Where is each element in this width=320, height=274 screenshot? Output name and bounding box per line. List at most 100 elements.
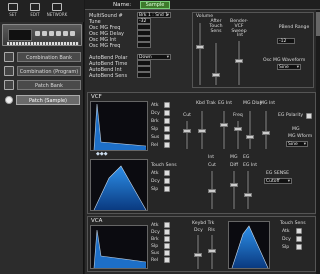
bender-vcf-sweep-slider[interactable] bbox=[235, 41, 243, 85]
vca-keybd-dcy-label: Dcy bbox=[194, 228, 203, 233]
vca-title: VCA bbox=[91, 218, 103, 224]
vcf-ts-dcy-knob[interactable] bbox=[164, 178, 170, 184]
vcf-ts-atk-knob[interactable] bbox=[164, 170, 170, 176]
sidebar-item-combination-bank[interactable]: Combination Bank bbox=[0, 50, 84, 63]
vca-brk-knob[interactable] bbox=[164, 236, 170, 242]
device-knobs bbox=[35, 31, 75, 36]
eg-sense-select[interactable]: Cutoff bbox=[264, 178, 292, 184]
device-screen bbox=[8, 29, 32, 41]
mg-slider[interactable] bbox=[230, 171, 238, 209]
network-icon[interactable]: NETWORK bbox=[46, 3, 68, 22]
sidebar-item-combination-program[interactable]: Combination (Program) bbox=[0, 64, 84, 77]
selected-indicator-icon bbox=[5, 95, 13, 104]
sidebar: SET EDIT NETWORK Combination Bank Combin… bbox=[0, 0, 84, 274]
sidebar-item-patch-bank[interactable]: Patch Bank bbox=[0, 78, 84, 91]
program-icon bbox=[4, 65, 14, 76]
vca-ts-atk-label: Atk bbox=[282, 229, 290, 234]
bank-icon bbox=[4, 51, 14, 62]
osc-mg-freq2-field[interactable] bbox=[137, 42, 151, 48]
vcf-ts-slp-label: Slp bbox=[151, 187, 159, 192]
vcf-envelope-display[interactable] bbox=[90, 101, 148, 151]
edit-icon[interactable]: EDIT bbox=[26, 3, 44, 22]
set-icon[interactable]: SET bbox=[4, 3, 22, 22]
vca-dcy-knob[interactable] bbox=[164, 229, 170, 235]
keybd-trk-label: Keybd Trk bbox=[192, 221, 215, 226]
after-touch-sens-label: After Touch Sens bbox=[209, 19, 223, 34]
mg-int-label: MG Int bbox=[260, 101, 276, 106]
vca-envelope-graph bbox=[93, 229, 147, 269]
param-label: AutoBend Sens bbox=[89, 73, 128, 79]
vcf-touch-envelope-display[interactable] bbox=[90, 159, 148, 211]
main-scrollbar[interactable] bbox=[316, 10, 320, 274]
pbend-range-field[interactable]: -12 bbox=[277, 38, 295, 44]
vca-slp-knob[interactable] bbox=[164, 243, 170, 249]
vca-section: VCA Atk Dcy Brk Slp Sus Rel Keybd Trk Dc… bbox=[87, 216, 316, 272]
synth-device-image bbox=[2, 24, 82, 46]
set-icon-label: SET bbox=[9, 12, 17, 17]
vcf-ts-slp-knob[interactable] bbox=[164, 186, 170, 192]
top-toolbar: SET EDIT NETWORK bbox=[0, 0, 84, 22]
keybd-trk-dcy-slider[interactable] bbox=[194, 235, 202, 269]
main-panel: Name: Sample MultiSound # Brk 1 : Snd 1 … bbox=[85, 0, 320, 274]
vca-rel-knob[interactable] bbox=[164, 257, 170, 263]
vcf-slp-knob[interactable] bbox=[164, 126, 170, 132]
mg-wform-select[interactable]: Sine bbox=[286, 141, 308, 147]
bank-icon bbox=[4, 79, 14, 90]
vcf-dcy-knob[interactable] bbox=[164, 110, 170, 116]
vcf-rel-label: Rel bbox=[151, 143, 159, 148]
cut-slider[interactable] bbox=[183, 121, 191, 149]
eg-int-slider[interactable] bbox=[220, 111, 228, 149]
vcf-brk-label: Brk bbox=[151, 119, 159, 124]
mg-dlay-slider[interactable] bbox=[246, 111, 254, 149]
network-icon-label: NETWORK bbox=[46, 12, 68, 17]
vcf-title: VCF bbox=[91, 94, 102, 100]
vca-ts-atk-knob[interactable] bbox=[296, 228, 302, 234]
mg-label: MG bbox=[292, 127, 300, 132]
vca-ts-dcy-knob[interactable] bbox=[296, 236, 302, 242]
vcf-sus-knob[interactable] bbox=[164, 134, 170, 140]
vcf-section: VCF ◆◆◆ Atk Dcy Brk Slp Sus Rel Touch Se… bbox=[87, 92, 316, 214]
sidebar-item-label: Combination Bank bbox=[17, 51, 81, 62]
mg-int-slider[interactable] bbox=[262, 111, 270, 149]
device-keyboard bbox=[7, 42, 79, 45]
vca-brk-label: Brk bbox=[151, 237, 159, 242]
name-field[interactable]: Sample bbox=[140, 1, 170, 9]
vcf-slp-label: Slp bbox=[151, 127, 159, 132]
vca-slp-label: Slp bbox=[151, 244, 159, 249]
eg-slider[interactable] bbox=[244, 171, 252, 209]
volume-section: Volume After Touch Sens Bender-VCF Sweep… bbox=[192, 12, 314, 88]
sidebar-item-patch-sample[interactable]: Patch (Sample) bbox=[0, 93, 84, 106]
vca-atk-knob[interactable] bbox=[164, 222, 170, 228]
osc-mg-waveform-select[interactable]: Sine bbox=[277, 64, 301, 70]
vca-envelope-display[interactable] bbox=[90, 225, 148, 269]
vcf-env-nav-arrows[interactable]: ◆◆◆ bbox=[96, 151, 108, 157]
vca-sus-knob[interactable] bbox=[164, 250, 170, 256]
eg-polarity-label: EG Polarity bbox=[278, 113, 304, 118]
cut-label: Cut bbox=[183, 113, 191, 118]
int-label: Int bbox=[208, 155, 215, 160]
vca-ts-slp-knob[interactable] bbox=[296, 244, 302, 250]
int-slider[interactable] bbox=[208, 171, 216, 209]
vcf-atk-knob[interactable] bbox=[164, 102, 170, 108]
vca-dcy-label: Dcy bbox=[151, 230, 160, 235]
eg-int-label: EG Int bbox=[218, 101, 232, 106]
freq-slider[interactable] bbox=[234, 121, 242, 149]
vcf-brk-knob[interactable] bbox=[164, 118, 170, 124]
after-touch-sens-slider[interactable] bbox=[212, 43, 220, 85]
kbd-trak-label: Kbd Trak bbox=[196, 101, 216, 106]
volume-slider[interactable] bbox=[196, 23, 204, 85]
sidebar-item-label: Patch (Sample) bbox=[16, 94, 80, 105]
eg-polarity-knob[interactable] bbox=[306, 113, 312, 119]
edit-icon-label: EDIT bbox=[30, 12, 40, 17]
vcf-envelope-graph bbox=[93, 103, 147, 151]
kbd-trak-slider[interactable] bbox=[198, 111, 206, 149]
eg-int2-label: EG Int bbox=[243, 163, 257, 168]
vca-atk-label: Atk bbox=[151, 223, 159, 228]
bender-vcf-sweep-label: Bender-VCF Sweep bbox=[230, 19, 248, 34]
keybd-trk-rls-slider[interactable] bbox=[208, 235, 216, 269]
scrollbar-thumb[interactable] bbox=[316, 12, 320, 36]
autobend-sens-field[interactable] bbox=[137, 72, 151, 78]
vca-touch-envelope-display[interactable] bbox=[228, 221, 270, 269]
vcf-rel-knob[interactable] bbox=[164, 142, 170, 148]
vca-touch-envelope-graph bbox=[231, 225, 269, 269]
